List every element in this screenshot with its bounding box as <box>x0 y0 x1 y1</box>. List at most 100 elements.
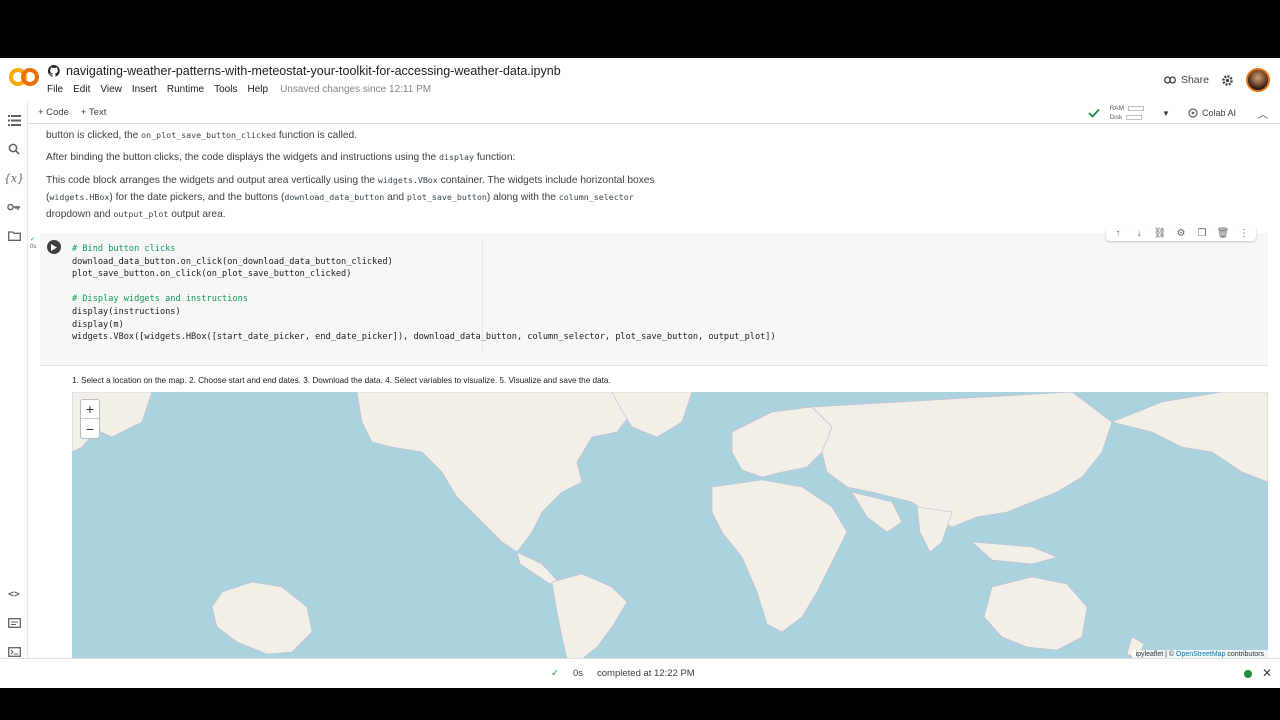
gear-icon[interactable]: ⚙ <box>1175 227 1187 239</box>
code-editor[interactable]: # Bind button clicks download_data_button… <box>72 243 776 344</box>
chevron-down-icon[interactable]: ▼ <box>1162 109 1170 118</box>
land-indonesia <box>971 541 1058 565</box>
paragraph: After binding the button clicks, the cod… <box>46 152 516 163</box>
land-north-america <box>356 392 633 553</box>
gear-icon[interactable] <box>1221 74 1234 87</box>
menu-help[interactable]: Help <box>247 84 268 95</box>
command-palette-icon[interactable] <box>6 615 22 631</box>
disk-bar <box>1126 114 1143 120</box>
header: navigating-weather-patterns-with-meteost… <box>0 58 1280 102</box>
code-comment-line: # Display widgets and instructions <box>72 294 248 305</box>
code-line: display(m) <box>72 319 124 330</box>
github-icon <box>48 65 60 77</box>
cell-output: 1. Select a location on the map. 2. Choo… <box>40 365 1268 658</box>
notebook-title[interactable]: navigating-weather-patterns-with-meteost… <box>66 64 561 78</box>
menu-insert[interactable]: Insert <box>132 84 157 95</box>
execution-status[interactable]: ✓ 0s completed at 12:22 PM <box>551 668 695 679</box>
land-australia <box>983 576 1088 651</box>
play-icon <box>51 243 57 251</box>
leaflet-map[interactable]: + − ipyleaflet | © OpenStreetMap contrib… <box>72 392 1268 658</box>
unsaved-status[interactable]: Unsaved changes since 12:11 PM <box>280 84 431 95</box>
variables-icon[interactable]: {x} <box>4 170 24 186</box>
code-line: download_data_button.on_click(on_downloa… <box>72 256 393 267</box>
link-icon[interactable]: ⛓ <box>1154 227 1167 239</box>
left-sidebar: {x} <> <box>0 102 28 688</box>
notebook-toolbar: + Code + Text RAM Disk ▼ Colab AI ︿ <box>28 102 1280 124</box>
share-label: Share <box>1180 74 1209 86</box>
run-cell-button[interactable] <box>47 240 61 254</box>
menu-runtime[interactable]: Runtime <box>167 84 204 95</box>
secrets-key-icon[interactable] <box>6 199 22 215</box>
executed-check-icon: ✓ <box>30 237 36 243</box>
colab-window: navigating-weather-patterns-with-meteost… <box>0 58 1280 688</box>
code-line: display(instructions) <box>72 306 181 317</box>
land-arabia <box>851 491 903 533</box>
map-attribution: ipyleaflet | © OpenStreetMap contributor… <box>1131 650 1268 658</box>
table-of-contents-icon[interactable] <box>6 112 22 128</box>
ram-label: RAM <box>1109 105 1125 112</box>
connected-check-icon <box>1087 108 1100 118</box>
menu-edit[interactable]: Edit <box>73 84 90 95</box>
colab-ai-button[interactable]: Colab AI <box>1188 108 1236 118</box>
status-time: 0s <box>572 668 584 679</box>
status-bar: ✓ 0s completed at 12:22 PM ✕ <box>0 658 1280 688</box>
osm-link[interactable]: OpenStreetMap <box>1176 651 1225 658</box>
paragraph: dropdown and output_plot output area. <box>46 209 226 220</box>
ram-bar <box>1128 105 1145 111</box>
zoom-control: + − <box>80 399 100 439</box>
land-central-america <box>516 551 558 585</box>
code-comment-line: # Bind button clicks <box>72 244 176 254</box>
notebook-content: button is clicked, the on_plot_save_butt… <box>28 125 1268 658</box>
line-length-ruler <box>482 241 483 351</box>
instructions-text: 1. Select a location on the map. 2. Choo… <box>72 376 611 385</box>
exec-time: 0s <box>30 244 37 250</box>
menu-bar: File Edit View Insert Runtime Tools Help… <box>47 84 431 95</box>
land-india <box>916 506 953 553</box>
delete-icon[interactable]: 🗑 <box>1217 227 1230 239</box>
code-line: plot_save_button.on_click(on_plot_save_b… <box>72 269 352 280</box>
connection-status-dot <box>1244 670 1252 678</box>
zoom-out-button[interactable]: − <box>81 419 99 438</box>
search-icon[interactable] <box>6 141 22 157</box>
move-down-icon[interactable]: ↓ <box>1133 227 1145 239</box>
code-snippets-icon[interactable]: <> <box>6 586 22 602</box>
title-bar: navigating-weather-patterns-with-meteost… <box>48 64 561 78</box>
land-north-america-east <box>1111 392 1268 483</box>
link-icon <box>1164 76 1176 84</box>
code-cell[interactable]: ✓ 0s # Bind button clicks download_data_b… <box>30 225 1268 365</box>
user-avatar[interactable] <box>1246 68 1270 92</box>
add-code-button[interactable]: + Code <box>38 107 69 118</box>
header-actions: Share <box>1164 68 1270 92</box>
folder-icon[interactable] <box>6 228 22 244</box>
menu-tools[interactable]: Tools <box>214 84 237 95</box>
resources-indicator[interactable]: RAM Disk <box>1109 104 1145 122</box>
colab-ai-icon <box>1188 108 1198 118</box>
close-icon[interactable]: ✕ <box>1262 666 1272 680</box>
paragraph: button is clicked, the on_plot_save_butt… <box>46 130 357 141</box>
move-up-icon[interactable]: ↑ <box>1112 227 1124 239</box>
chevron-up-icon[interactable]: ︿ <box>1258 106 1268 121</box>
land-africa <box>711 479 848 633</box>
cell-gutter: ✓ 0s <box>30 237 38 251</box>
land-australia-west <box>211 581 313 655</box>
paragraph: This code block arranges the widgets and… <box>46 175 655 203</box>
land-south-america <box>551 573 628 658</box>
colab-logo[interactable] <box>9 66 39 88</box>
more-vert-icon[interactable]: ⋮ <box>1238 227 1250 239</box>
share-button[interactable]: Share <box>1164 74 1209 86</box>
cell-toolbar: ↑ ↓ ⛓ ⚙ ❐ 🗑 ⋮ <box>1106 225 1256 241</box>
land-europe <box>731 406 833 478</box>
status-completed: completed at 12:22 PM <box>597 668 695 679</box>
menu-view[interactable]: View <box>100 84 122 95</box>
world-map-tiles <box>72 392 1268 658</box>
menu-file[interactable]: File <box>47 84 63 95</box>
status-check-icon: ✓ <box>551 668 559 679</box>
copy-icon[interactable]: ❐ <box>1196 227 1208 239</box>
disk-label: Disk <box>1109 114 1123 121</box>
colab-ai-label: Colab AI <box>1201 108 1236 118</box>
add-text-button[interactable]: + Text <box>81 107 106 118</box>
zoom-in-button[interactable]: + <box>81 400 99 419</box>
code-line: widgets.VBox([widgets.HBox([start_date_p… <box>72 332 776 343</box>
land-asia <box>811 392 1113 528</box>
